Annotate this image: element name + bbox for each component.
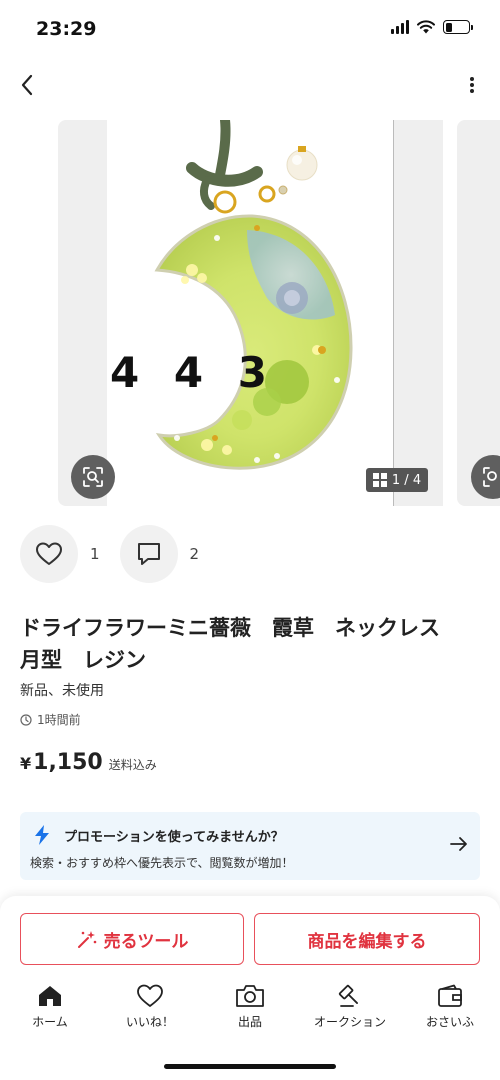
tab-auction-label: オークション xyxy=(313,1015,386,1029)
grid-icon xyxy=(372,473,387,487)
image-page-counter: 1 / 4 xyxy=(366,468,428,492)
image-watermark-text: 4 4 3 xyxy=(110,348,277,397)
zoom-image-button[interactable] xyxy=(71,455,115,499)
page-total: 4 xyxy=(412,472,422,488)
comment-icon xyxy=(137,543,160,565)
product-price: ¥ 1,150 送料込み xyxy=(20,750,157,775)
promotion-description: 検索・おすすめ枠へ優先表示で、閲覧数が増加！ xyxy=(30,856,294,870)
home-icon xyxy=(39,986,61,1006)
tab-home-label: ホーム xyxy=(32,1015,68,1029)
tab-auction[interactable]: オークション xyxy=(300,984,400,1034)
edit-item-button[interactable]: 商品を編集する xyxy=(254,913,480,965)
magic-wand-icon xyxy=(77,931,96,948)
tab-wallet-label: おさいふ xyxy=(425,1015,474,1029)
status-time: 23:29 xyxy=(36,18,97,40)
status-icons xyxy=(391,20,473,34)
wifi-icon xyxy=(417,20,435,34)
more-options-button[interactable] xyxy=(462,70,482,100)
likes-count: 1 xyxy=(90,545,100,563)
moon-pendant-image xyxy=(154,120,353,470)
like-button[interactable] xyxy=(20,525,78,583)
heart-icon xyxy=(137,984,163,1007)
product-condition: 新品、未使用 xyxy=(20,683,104,699)
wallet-icon xyxy=(438,984,462,1007)
edit-item-label: 商品を編集する xyxy=(307,931,427,952)
carousel-slide-edge xyxy=(393,120,443,506)
tab-likes[interactable]: いいね！ xyxy=(100,984,200,1034)
heart-icon xyxy=(36,542,62,565)
bottom-action-sheet: 売るツール 商品を編集する ホーム いいね！ 出品 オークション おさいふ xyxy=(0,896,500,1080)
status-bar: 23:29 xyxy=(0,0,500,60)
product-image[interactable] xyxy=(107,120,393,506)
carousel-next-slide[interactable] xyxy=(457,120,500,506)
price-currency: ¥ xyxy=(20,754,32,773)
tab-sell-label: 出品 xyxy=(237,1015,262,1029)
tab-sell[interactable]: 出品 xyxy=(200,984,300,1034)
camera-icon xyxy=(236,985,264,1007)
comment-button[interactable] xyxy=(119,525,178,583)
battery-icon xyxy=(443,20,473,34)
clock-icon xyxy=(20,713,32,726)
image-carousel[interactable]: 4 4 3 xyxy=(0,120,500,506)
page-separator: / xyxy=(404,472,409,488)
chevron-left-icon xyxy=(21,74,33,96)
page-current: 1 xyxy=(391,472,401,488)
tab-wallet[interactable]: おさいふ xyxy=(400,984,500,1034)
zoom-scan-icon xyxy=(483,467,497,487)
tab-home[interactable]: ホーム xyxy=(0,984,100,1034)
gavel-icon xyxy=(338,984,358,1007)
zoom-scan-icon xyxy=(83,467,103,487)
lightning-icon xyxy=(35,825,49,845)
posted-time-label: 1時間前 xyxy=(37,713,81,727)
more-vertical-icon xyxy=(470,77,474,93)
back-button[interactable] xyxy=(12,70,42,100)
battery-level xyxy=(445,22,453,32)
shipping-note: 送料込み xyxy=(108,758,157,772)
price-value: 1,150 xyxy=(33,750,103,775)
tab-likes-label: いいね！ xyxy=(125,1015,174,1029)
cellular-signal-icon xyxy=(391,20,409,34)
sell-tools-label: 売るツール xyxy=(103,931,189,952)
home-indicator xyxy=(164,1064,336,1069)
promotion-banner[interactable]: プロモーションを使ってみませんか？ 検索・おすすめ枠へ優先表示で、閲覧数が増加！ xyxy=(20,812,480,880)
comments-count: 2 xyxy=(189,545,200,563)
navigation-bar xyxy=(0,60,500,110)
arrow-right-icon xyxy=(450,837,467,851)
posted-time: 1時間前 xyxy=(20,711,81,728)
tab-bar: ホーム いいね！ 出品 オークション おさいふ xyxy=(0,984,500,1034)
product-title: ドライフラワーミニ薔薇 霞草 ネックレス 月型 レジン xyxy=(20,616,461,672)
engagement-row: 1 2 xyxy=(20,525,219,583)
sell-tools-button[interactable]: 売るツール xyxy=(20,913,244,965)
promotion-title: プロモーションを使ってみませんか？ xyxy=(64,830,284,845)
